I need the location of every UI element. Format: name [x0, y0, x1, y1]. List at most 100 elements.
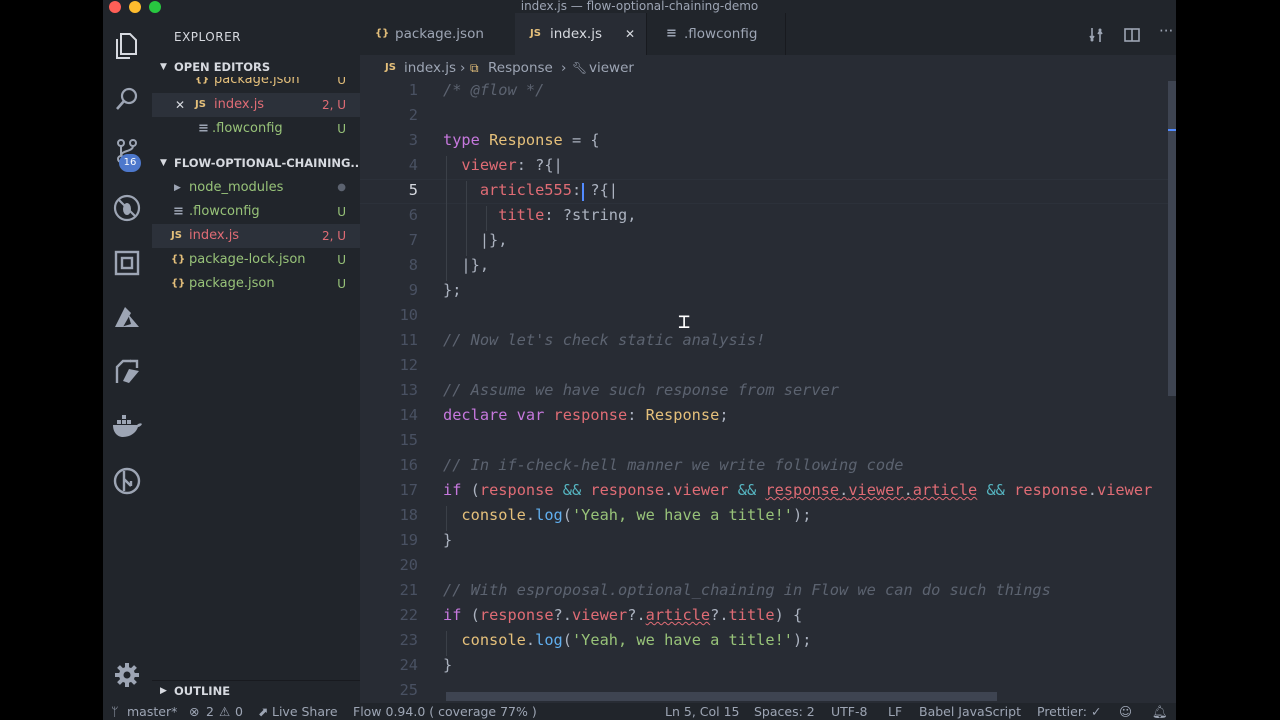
warning-icon: ⚠	[219, 704, 231, 719]
code-token: viewer	[571, 606, 628, 624]
tab-index-js[interactable]: JS index.js ✕	[515, 13, 646, 55]
code-token: article555	[479, 181, 572, 199]
code-editor[interactable]: ⌶ 1/* @flow */2 3 type Response = {4 viewe…	[360, 81, 1176, 703]
explorer-icon[interactable]	[111, 30, 143, 62]
project-folder-header[interactable]: ▼ FLOW-OPTIONAL-CHAINING...	[152, 153, 364, 173]
config-file-icon: ≡	[173, 204, 184, 219]
open-editor-package-json[interactable]: {} package.json U	[152, 77, 360, 92]
code-token: 'Yeah, we have a title!'	[571, 631, 793, 649]
cursor-position[interactable]: Ln 5, Col 15	[665, 703, 740, 720]
code-token: }	[443, 531, 453, 549]
line-number: 3	[408, 131, 418, 149]
split-editor-icon[interactable]	[1124, 27, 1140, 47]
code-line: article555: ?{|	[443, 181, 618, 199]
code-token: console	[461, 506, 526, 524]
code-token: log	[535, 631, 563, 649]
code-token: &&	[977, 481, 1015, 499]
line-number: 24	[399, 656, 418, 674]
code-token: ;	[719, 406, 729, 424]
folder-node-modules[interactable]: ▶ node_modules ●	[152, 176, 360, 200]
line-number: 4	[408, 156, 418, 174]
gitlens-icon[interactable]	[111, 465, 143, 497]
scrollbar-cursor-marker	[1168, 129, 1176, 131]
code-token: (	[470, 481, 480, 499]
open-changes-icon[interactable]	[1088, 27, 1104, 47]
breadcrumb-separator: ›	[460, 60, 466, 76]
code-token: .	[1087, 481, 1098, 499]
tab-package-json[interactable]: {} package.json	[360, 13, 500, 55]
feedback-smiley-icon[interactable]: ☺	[1119, 703, 1132, 720]
more-actions-icon[interactable]: ···	[1159, 22, 1173, 40]
line-number: 19	[399, 531, 418, 549]
settings-gear-icon[interactable]	[111, 659, 143, 691]
close-icon[interactable]: ✕	[175, 93, 185, 117]
extensions-icon[interactable]	[111, 247, 143, 279]
debug-icon[interactable]	[111, 192, 143, 224]
code-token: // Assume we have such response from ser…	[443, 381, 840, 399]
git-branch[interactable]: master*	[127, 703, 177, 720]
git-branch-icon: ᛘ	[111, 704, 119, 719]
prettier-status[interactable]: Prettier: ✓	[1037, 703, 1101, 720]
line-number: 1	[408, 81, 418, 99]
breadcrumb-separator: ›	[561, 60, 567, 76]
code-line: /* @flow */	[443, 81, 544, 99]
tab-flowconfig[interactable]: ≡ .flowconfig	[646, 13, 786, 55]
code-token: /* @flow */	[443, 81, 545, 99]
file-package-json[interactable]: {} package.json U	[152, 272, 360, 296]
open-editor-index-js[interactable]: ✕ JS index.js 2, U	[152, 93, 360, 117]
live-share-icon[interactable]	[111, 355, 143, 387]
line-number: 25	[399, 681, 418, 699]
breadcrumb-type[interactable]: Response	[488, 55, 553, 81]
azure-icon[interactable]	[111, 301, 143, 333]
line-ending[interactable]: LF	[888, 703, 902, 720]
code-token: ?.	[553, 606, 572, 624]
breadcrumb-property[interactable]: viewer	[589, 55, 634, 81]
code-token: viewer	[461, 156, 517, 174]
code-token: (	[562, 506, 572, 524]
code-token: console	[461, 631, 526, 649]
code-token: log	[535, 506, 563, 524]
code-token: : ?string,	[544, 206, 637, 224]
line-number: 20	[399, 556, 418, 574]
config-file-icon: ≡	[666, 26, 677, 41]
line-number: 13	[399, 381, 418, 399]
indentation[interactable]: Spaces: 2	[754, 703, 815, 720]
js-file-icon: JS	[195, 99, 206, 110]
docker-icon[interactable]	[111, 410, 143, 442]
code-token: ) {	[774, 606, 803, 624]
file-package-lock-json[interactable]: {} package-lock.json U	[152, 248, 360, 272]
code-token: if	[443, 481, 471, 499]
outline-header[interactable]: ▶ OUTLINE	[152, 680, 360, 701]
line-number: 10	[399, 306, 418, 324]
open-editors-header[interactable]: ▼ OPEN EDITORS	[152, 57, 360, 77]
warning-count[interactable]: 0	[235, 703, 243, 720]
line-number: 18	[399, 506, 418, 524]
horizontal-scrollbar[interactable]	[446, 692, 997, 701]
line-number: 16	[399, 456, 418, 474]
config-file-icon: ≡	[198, 121, 209, 136]
flow-status[interactable]: Flow 0.94.0 ( coverage 77% )	[353, 703, 537, 720]
open-editor-flowconfig[interactable]: ≡ .flowconfig U	[152, 117, 360, 141]
breadcrumb-file[interactable]: index.js	[404, 55, 456, 81]
search-icon[interactable]	[111, 83, 143, 115]
file-flowconfig[interactable]: ≡ .flowconfig U	[152, 200, 360, 224]
minimize-window-button[interactable]	[129, 1, 141, 13]
maximize-window-button[interactable]	[149, 1, 161, 13]
live-share-status[interactable]: Live Share	[272, 703, 338, 720]
notifications-bell-icon[interactable]: 🔔︎	[1152, 703, 1168, 720]
language-mode[interactable]: Babel JavaScript	[919, 703, 1021, 720]
error-count[interactable]: 2	[206, 703, 214, 720]
code-token: .	[839, 481, 849, 499]
close-tab-icon[interactable]: ✕	[625, 13, 635, 55]
line-number: 6	[408, 206, 418, 224]
chevron-right-icon: ▶	[174, 183, 181, 193]
code-token: // With esproposal.optional_chaining in …	[443, 581, 1051, 599]
code-line: }	[443, 531, 452, 549]
file-index-js[interactable]: JS index.js 2, U	[152, 224, 360, 248]
encoding[interactable]: UTF-8	[831, 703, 867, 720]
code-line: console.log('Yeah, we have a title!');	[443, 631, 811, 649]
close-window-button[interactable]	[109, 1, 121, 13]
